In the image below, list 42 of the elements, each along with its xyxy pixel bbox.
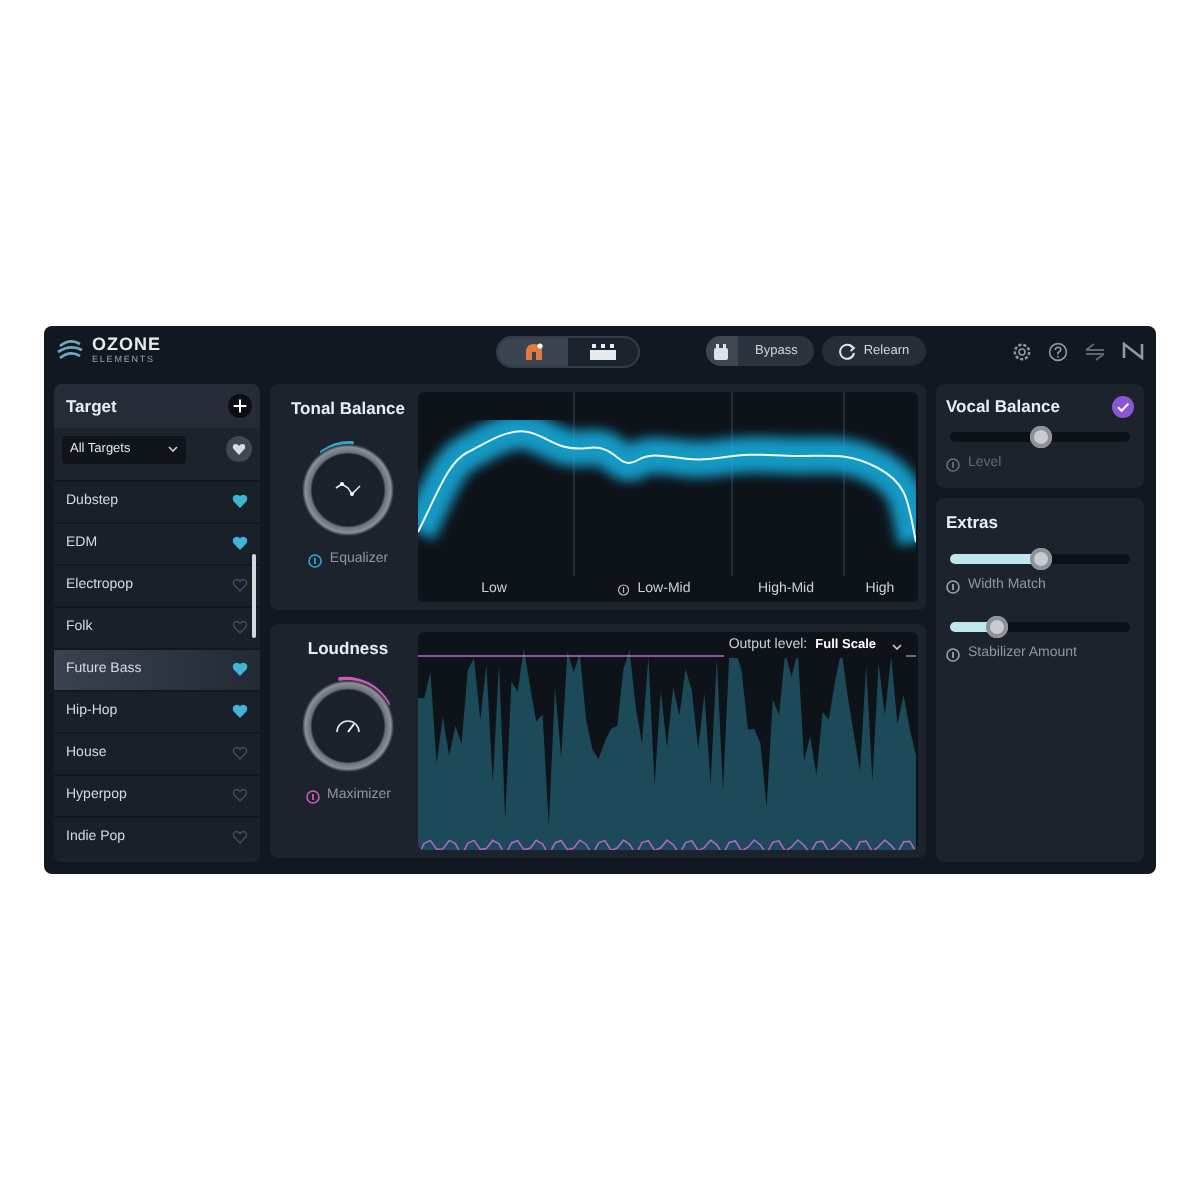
knob-arc-indicator: [320, 440, 354, 454]
refresh-icon: [837, 342, 856, 360]
knob-arc-indicator: [338, 676, 390, 706]
power-icon[interactable]: [946, 648, 960, 662]
eq-curve-icon: [334, 480, 362, 499]
heart-icon[interactable]: [232, 662, 248, 677]
caret-icon: [168, 446, 178, 453]
panel-title: Extras: [946, 510, 1000, 536]
panel-title: Tonal Balance: [291, 396, 405, 422]
help-icon[interactable]: [1048, 341, 1068, 361]
assistant-view-tab[interactable]: [497, 337, 568, 365]
view-switcher[interactable]: [495, 335, 640, 367]
heart-icon[interactable]: [232, 704, 248, 719]
gauge-icon: [334, 716, 362, 735]
favorites-filter-icon[interactable]: [226, 436, 252, 463]
power-icon[interactable]: [946, 579, 960, 593]
swap-arrows-icon[interactable]: [1084, 341, 1106, 361]
grid-icon: [589, 343, 616, 359]
slider-thumb[interactable]: [986, 616, 1009, 639]
checkbox[interactable]: [1112, 395, 1134, 418]
caret-icon: [892, 643, 902, 650]
slider-track[interactable]: [950, 431, 1130, 442]
power-icon[interactable]: [946, 457, 960, 471]
heart-icon[interactable]: [232, 536, 248, 551]
heart-icon[interactable]: [232, 494, 248, 509]
slider-track[interactable]: [950, 553, 1130, 564]
plug-icon: [714, 343, 729, 359]
settings-icon[interactable]: [1012, 341, 1032, 361]
solo-icon[interactable]: [617, 584, 630, 597]
logo-icon: [56, 337, 84, 364]
panel-title: Loudness: [307, 636, 389, 662]
panel-title: Target: [66, 394, 117, 420]
scrollbar[interactable]: [252, 553, 256, 638]
slider-thumb[interactable]: [1030, 547, 1052, 570]
slider-thumb[interactable]: [1030, 425, 1052, 448]
add-icon[interactable]: [228, 394, 252, 419]
power-icon[interactable]: [307, 553, 322, 567]
slider-track[interactable]: [950, 622, 1130, 633]
panel-title: Vocal Balance: [946, 394, 1061, 420]
brand-logo-icon: [1122, 342, 1144, 360]
power-icon[interactable]: [305, 789, 320, 803]
app-name: OZONE: [92, 336, 162, 355]
